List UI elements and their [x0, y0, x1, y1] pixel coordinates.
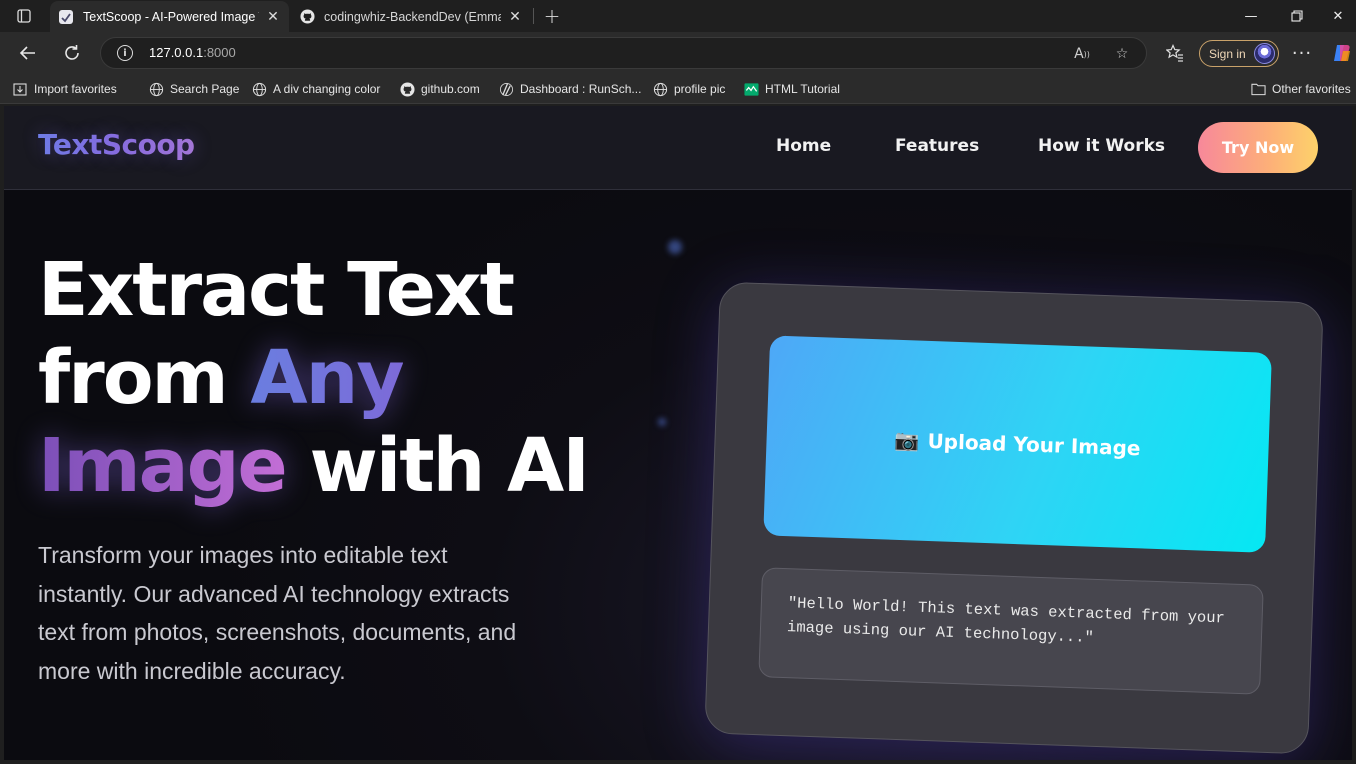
bookmark-label: Other favorites [1272, 82, 1351, 96]
hero-title-accent-any: Any [250, 335, 404, 421]
nav-features-link[interactable]: Features [895, 136, 979, 156]
close-icon: ✕ [1332, 8, 1344, 24]
tab-title: TextScoop - AI-Powered Image Te [83, 9, 259, 24]
site-navbar: TextScoop Home Features How it Works Try… [4, 106, 1352, 190]
bookmark-label: profile pic [674, 82, 726, 96]
w3-icon [743, 81, 759, 97]
bookmark-label: Search Page [170, 82, 240, 96]
minimize-icon: — [1244, 8, 1258, 24]
address-url[interactable]: 127.0.0.1:8000 [149, 45, 236, 60]
site-info-icon[interactable]: i [117, 45, 133, 61]
bookmark-dashboard-runschool[interactable]: Dashboard : RunSch... [498, 80, 641, 98]
bookmark-label: A div changing color [273, 82, 381, 96]
globe-icon [148, 81, 164, 97]
bookmark-div-changing-color[interactable]: A div changing color [251, 80, 380, 98]
globe-icon [251, 81, 267, 97]
page-scrollbar[interactable] [1352, 106, 1356, 760]
back-button[interactable] [12, 38, 44, 68]
window-bottom-edge [0, 760, 1356, 764]
bookmark-github[interactable]: github.com [399, 80, 480, 98]
favorites-icon[interactable] [1161, 39, 1189, 67]
plus-icon: + [543, 4, 561, 28]
tab-bar: TextScoop - AI-Powered Image Te ✕ coding… [0, 0, 1356, 32]
site-logo[interactable]: TextScoop [38, 128, 195, 161]
nav-how-it-works-link[interactable]: How it Works [1038, 136, 1165, 156]
bookmark-label: github.com [421, 82, 480, 96]
hero-title-line-2: from Any [38, 334, 588, 422]
restore-icon [1291, 10, 1303, 22]
hero-title-text: from [38, 335, 251, 421]
bookmarks-bar: Import favorites Search Page A div chang… [0, 74, 1356, 104]
upload-image-button[interactable]: 📷 Upload Your Image [763, 335, 1272, 553]
folder-icon [1250, 81, 1266, 97]
extracted-text-output: "Hello World! This text was extracted fr… [758, 567, 1264, 695]
address-bar[interactable]: i 127.0.0.1:8000 A)) ☆ [100, 37, 1147, 69]
copilot-icon[interactable] [1328, 39, 1356, 67]
github-icon [299, 9, 315, 25]
close-window-button[interactable]: ✕ [1320, 0, 1356, 32]
hero-title-line-3: Image with AI [38, 422, 590, 510]
bookmark-other-favorites[interactable]: Other favorites [1250, 80, 1351, 98]
import-icon [12, 81, 28, 97]
refresh-button[interactable] [56, 38, 88, 68]
hero-title-text: with AI [285, 423, 590, 509]
bookmark-import-favorites[interactable]: Import favorites [12, 80, 117, 98]
textscoop-favicon-icon [58, 9, 74, 25]
page-viewport: TextScoop Home Features How it Works Try… [4, 106, 1352, 760]
minimize-button[interactable]: — [1228, 0, 1274, 32]
new-tab-button[interactable]: + [541, 4, 563, 28]
tab-separator [533, 8, 534, 24]
close-tab-icon[interactable]: ✕ [507, 9, 523, 25]
camera-icon: 📷 [894, 427, 920, 453]
profile-avatar-icon [1254, 43, 1275, 64]
try-now-button[interactable]: Try Now [1198, 122, 1318, 173]
refresh-icon [65, 45, 79, 60]
hero-description: Transform your images into editable text… [38, 542, 517, 684]
tab-actions-icon [17, 9, 31, 23]
nav-home-link[interactable]: Home [776, 136, 831, 156]
more-menu-icon[interactable]: ··· [1288, 39, 1316, 67]
bookmark-profile-pic[interactable]: profile pic [652, 80, 725, 98]
demo-card: 📷 Upload Your Image "Hello World! This t… [704, 281, 1324, 755]
favorite-star-icon[interactable]: ☆ [1111, 43, 1133, 65]
restore-button[interactable] [1274, 0, 1320, 32]
tab-actions-button[interactable] [12, 6, 36, 26]
close-tab-icon[interactable]: ✕ [265, 9, 281, 25]
tab-github[interactable]: codingwhiz-BackendDev (Emman ✕ [291, 1, 531, 32]
bookmark-label: Dashboard : RunSch... [520, 82, 642, 96]
bookmark-search-page[interactable]: Search Page [148, 80, 239, 98]
hero-title: Extract Text from Any Image with AI [38, 246, 590, 510]
back-arrow-icon [19, 46, 35, 60]
bookmark-label: HTML Tutorial [765, 82, 840, 96]
globe-icon [652, 81, 668, 97]
decorative-orb [658, 418, 666, 426]
upload-label: Upload Your Image [927, 428, 1141, 461]
read-aloud-icon[interactable]: A)) [1071, 43, 1093, 65]
sign-in-button[interactable]: Sign in [1199, 40, 1279, 67]
sign-in-label: Sign in [1209, 46, 1246, 61]
bookmark-html-tutorial[interactable]: HTML Tutorial [743, 80, 840, 98]
hero-title-accent-image: Image [38, 423, 288, 509]
decorative-orb [668, 240, 682, 254]
runschool-icon [498, 81, 514, 97]
hero-title-line-1: Extract Text [38, 247, 515, 333]
tab-textscoop[interactable]: TextScoop - AI-Powered Image Te ✕ [50, 1, 289, 32]
tab-title: codingwhiz-BackendDev (Emman [324, 9, 501, 24]
github-icon [399, 81, 415, 97]
bookmark-label: Import favorites [34, 82, 117, 96]
